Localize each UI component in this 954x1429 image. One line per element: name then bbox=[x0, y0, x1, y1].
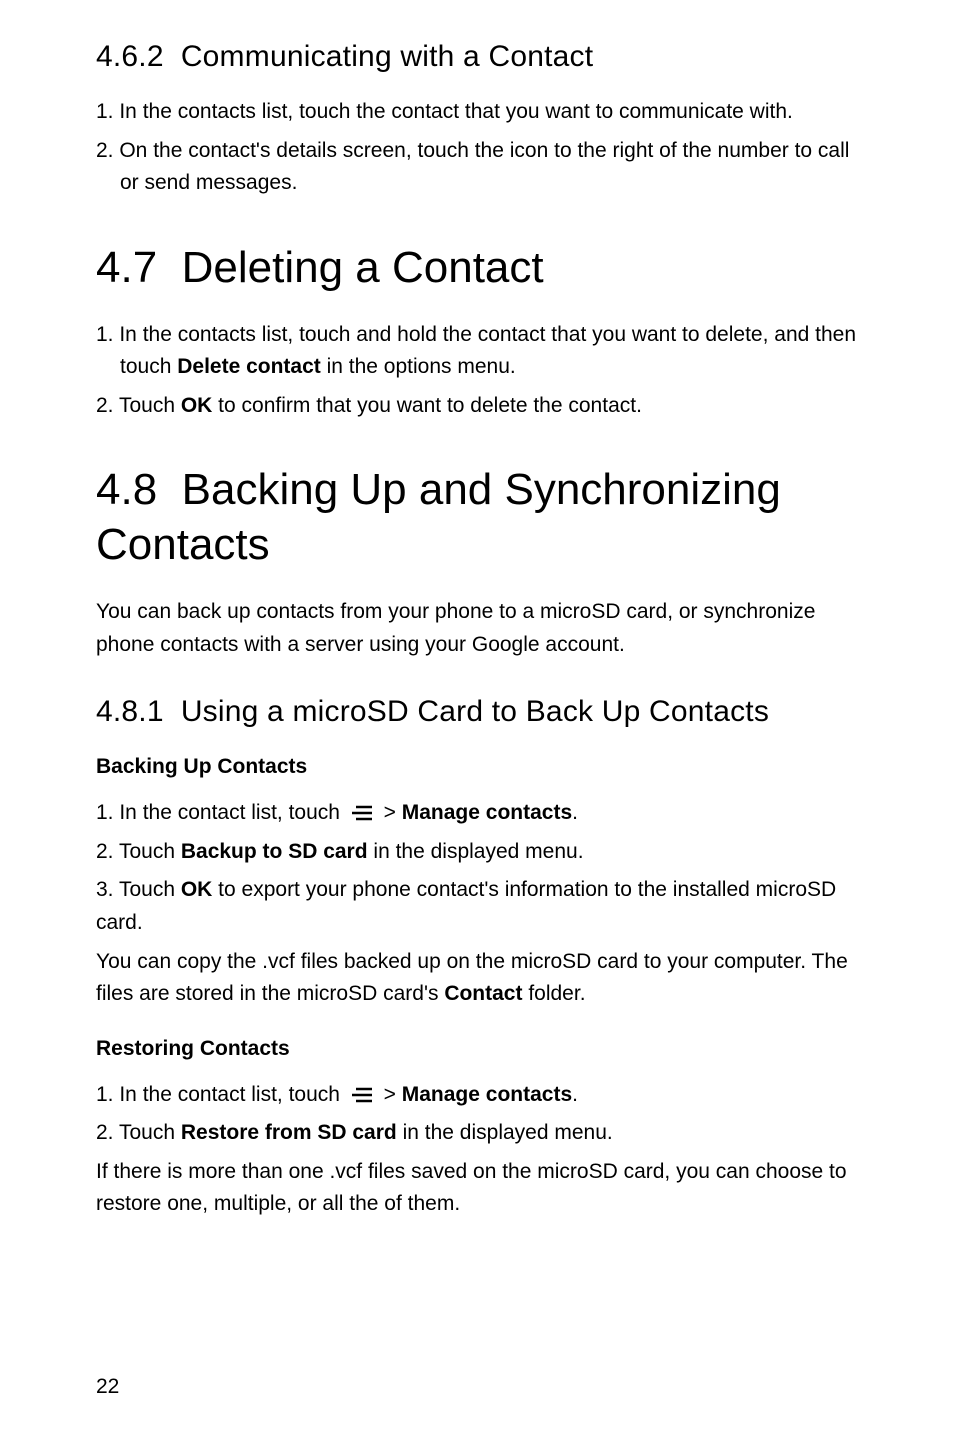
heading-text: Using a microSD Card to Back Up Contacts bbox=[181, 695, 769, 728]
intro-para: You can back up contacts from your phone… bbox=[96, 596, 858, 661]
heading-4-7: 4.7 Deleting a Contact bbox=[96, 240, 858, 295]
text: in the displayed menu. bbox=[368, 840, 584, 863]
text: 1. In the contact list, touch bbox=[96, 1083, 346, 1106]
text: to confirm that you want to delete the c… bbox=[212, 394, 642, 417]
heading-num: 4.8.1 bbox=[96, 695, 164, 728]
bold-text: Delete contact bbox=[177, 355, 321, 378]
menu-icon bbox=[350, 803, 374, 823]
bold-text: Manage contacts bbox=[402, 1083, 572, 1106]
backup-step-2: 2. Touch Backup to SD card in the displa… bbox=[96, 836, 858, 869]
text: 1. In the contact list, touch bbox=[96, 801, 346, 824]
restore-step-2: 2. Touch Restore from SD card in the dis… bbox=[96, 1117, 858, 1150]
bold-text: Backup to SD card bbox=[181, 840, 368, 863]
restore-step-1: 1. In the contact list, touch > Manage c… bbox=[96, 1079, 858, 1112]
menu-icon bbox=[350, 1085, 374, 1105]
bold-text: Restore from SD card bbox=[181, 1121, 397, 1144]
page-number: 22 bbox=[96, 1375, 119, 1399]
text: in the displayed menu. bbox=[397, 1121, 613, 1144]
text: folder. bbox=[522, 982, 585, 1005]
backup-note: You can copy the .vcf files backed up on… bbox=[96, 946, 858, 1011]
backup-step-3: 3. Touch OK to export your phone contact… bbox=[96, 874, 858, 939]
text: . bbox=[572, 1083, 578, 1106]
text: in the options menu. bbox=[321, 355, 516, 378]
bold-text: OK bbox=[181, 878, 213, 901]
step-2: 2. On the contact's details screen, touc… bbox=[96, 135, 858, 200]
text: . bbox=[572, 801, 578, 824]
heading-4-6-2: 4.6.2 Communicating with a Contact bbox=[96, 40, 858, 74]
text: 2. Touch bbox=[96, 1121, 181, 1144]
bold-text: Contact bbox=[444, 982, 522, 1005]
bold-text: OK bbox=[181, 394, 213, 417]
heading-num: 4.7 bbox=[96, 243, 157, 292]
restore-note: If there is more than one .vcf files sav… bbox=[96, 1156, 858, 1221]
text: 3. Touch bbox=[96, 878, 181, 901]
heading-4-8-1: 4.8.1 Using a microSD Card to Back Up Co… bbox=[96, 695, 858, 729]
step-2: 2. Touch OK to confirm that you want to … bbox=[96, 390, 858, 423]
backing-up-heading: Backing Up Contacts bbox=[96, 755, 858, 779]
step-1: 1. In the contacts list, touch the conta… bbox=[96, 96, 858, 129]
heading-4-8: 4.8 Backing Up and Synchronizing Contact… bbox=[96, 462, 858, 572]
heading-num: 4.6.2 bbox=[96, 40, 164, 73]
text: > bbox=[378, 1083, 402, 1106]
heading-text: Backing Up and Synchronizing Contacts bbox=[96, 465, 781, 569]
backup-step-1: 1. In the contact list, touch > Manage c… bbox=[96, 797, 858, 830]
text: > bbox=[378, 801, 402, 824]
heading-text: Communicating with a Contact bbox=[181, 40, 593, 73]
bold-text: Manage contacts bbox=[402, 801, 572, 824]
heading-text: Deleting a Contact bbox=[182, 243, 544, 292]
heading-num: 4.8 bbox=[96, 465, 157, 514]
text: 2. Touch bbox=[96, 840, 181, 863]
restoring-heading: Restoring Contacts bbox=[96, 1037, 858, 1061]
step-1: 1. In the contacts list, touch and hold … bbox=[96, 319, 858, 384]
text: 2. Touch bbox=[96, 394, 181, 417]
